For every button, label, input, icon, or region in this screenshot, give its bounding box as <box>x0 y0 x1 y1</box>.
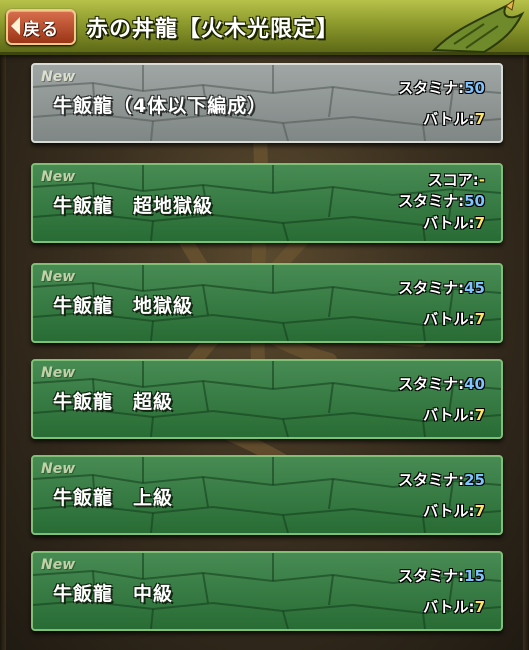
new-badge: New <box>41 461 76 477</box>
battle-stat: バトル:7 <box>423 108 485 129</box>
dungeon-name: 牛飯龍 上級 <box>53 487 174 509</box>
battle-label: バトル: <box>423 598 475 616</box>
stamina-stat: スタミナ:15 <box>398 565 485 586</box>
back-arrow-icon <box>11 17 20 35</box>
battle-value: 7 <box>474 406 485 424</box>
back-button-label: 戻る <box>23 20 59 40</box>
new-badge: New <box>41 365 76 381</box>
dungeon-name: 牛飯龍 中級 <box>53 583 174 605</box>
battle-label: バトル: <box>423 310 475 328</box>
stamina-stat: スタミナ:50 <box>398 77 485 98</box>
battle-stat: バトル:7 <box>423 500 485 521</box>
battle-label: バトル: <box>423 110 475 128</box>
stamina-label: スタミナ: <box>398 567 465 585</box>
battle-value: 7 <box>474 502 485 520</box>
battle-value: 7 <box>474 110 485 128</box>
new-badge: New <box>41 557 76 573</box>
stamina-value: 25 <box>464 471 485 489</box>
battle-label: バトル: <box>423 406 475 424</box>
page-title: 赤の丼龍【火木光限定】 <box>86 17 340 42</box>
stamina-label: スタミナ: <box>398 192 465 210</box>
dungeon-row[interactable]: New 牛飯龍（4体以下編成） スタミナ:50 バトル:7 <box>31 63 503 143</box>
score-stat: スコア:- <box>428 169 485 190</box>
right-frame <box>523 52 529 650</box>
stamina-stat: スタミナ:50 <box>398 190 485 211</box>
new-badge: New <box>41 169 76 185</box>
dungeon-row[interactable]: New 牛飯龍 超級 スタミナ:40 バトル:7 <box>31 359 503 439</box>
dungeon-row[interactable]: New 牛飯龍 地獄級 スタミナ:45 バトル:7 <box>31 263 503 343</box>
battle-value: 7 <box>474 214 485 232</box>
battle-stat: バトル:7 <box>423 404 485 425</box>
stamina-label: スタミナ: <box>398 375 465 393</box>
dungeon-name: 牛飯龍 超地獄級 <box>53 195 214 217</box>
new-badge: New <box>41 69 76 85</box>
new-badge: New <box>41 269 76 285</box>
header-bar: 戻る 赤の丼龍【火木光限定】 <box>0 0 529 55</box>
dungeon-name: 牛飯龍 超級 <box>53 391 174 413</box>
dungeon-name: 牛飯龍 地獄級 <box>53 295 194 317</box>
battle-label: バトル: <box>423 214 475 232</box>
stamina-stat: スタミナ:45 <box>398 277 485 298</box>
stamina-value: 50 <box>464 192 485 210</box>
stamina-value: 45 <box>464 279 485 297</box>
stamina-label: スタミナ: <box>398 279 465 297</box>
stamina-value: 40 <box>464 375 485 393</box>
back-button[interactable]: 戻る <box>6 9 76 45</box>
battle-stat: バトル:7 <box>423 212 485 233</box>
dragon-wing-icon <box>431 0 525 54</box>
stamina-stat: スタミナ:25 <box>398 469 485 490</box>
score-value: - <box>478 171 485 189</box>
dungeon-row[interactable]: New 牛飯龍 上級 スタミナ:25 バトル:7 <box>31 455 503 535</box>
dungeon-name: 牛飯龍（4体以下編成） <box>53 95 268 117</box>
left-frame <box>0 52 6 650</box>
battle-stat: バトル:7 <box>423 308 485 329</box>
stamina-value: 15 <box>464 567 485 585</box>
score-label: スコア: <box>427 171 479 189</box>
stamina-label: スタミナ: <box>398 471 465 489</box>
battle-stat: バトル:7 <box>423 596 485 617</box>
battle-value: 7 <box>474 598 485 616</box>
dungeon-row[interactable]: New 牛飯龍 超地獄級 スコア:- スタミナ:50 バトル:7 <box>31 163 503 243</box>
stamina-label: スタミナ: <box>398 79 465 97</box>
dungeon-row[interactable]: New 牛飯龍 中級 スタミナ:15 バトル:7 <box>31 551 503 631</box>
battle-value: 7 <box>474 310 485 328</box>
battle-label: バトル: <box>423 502 475 520</box>
stamina-value: 50 <box>464 79 485 97</box>
stamina-stat: スタミナ:40 <box>398 373 485 394</box>
